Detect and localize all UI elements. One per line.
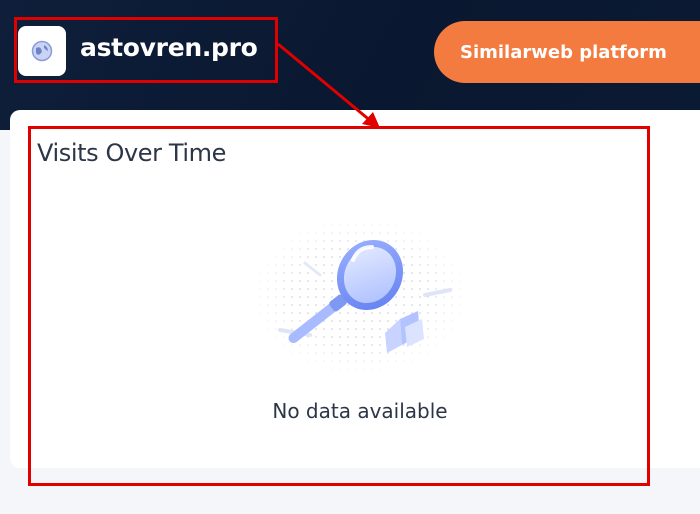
site-favicon xyxy=(18,26,66,76)
similarweb-platform-button[interactable]: Similarweb platform xyxy=(434,21,700,83)
magnifier-icon xyxy=(250,215,470,375)
globe-icon xyxy=(31,40,53,62)
card-title: Visits Over Time xyxy=(37,139,226,167)
empty-state-text: No data available xyxy=(272,399,448,423)
site-domain[interactable]: astovren.pro xyxy=(80,33,258,62)
site-header: astovren.pro xyxy=(14,17,278,83)
